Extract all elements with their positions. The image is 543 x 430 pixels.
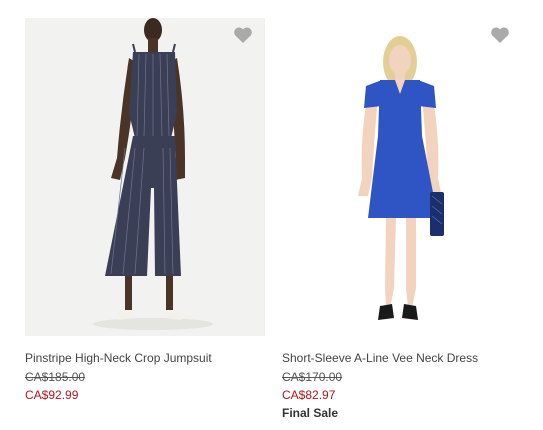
- sale-price: CA$82.97: [282, 388, 336, 402]
- product-title[interactable]: Short-Sleeve A-Line Vee Neck Dress: [282, 350, 522, 366]
- heart-icon[interactable]: [490, 26, 510, 44]
- original-price: CA$185.00: [25, 370, 86, 384]
- dress-model-illustration: [358, 36, 444, 320]
- jumpsuit-model-illustration: [93, 18, 213, 330]
- original-price: CA$170.00: [282, 370, 343, 384]
- product-title[interactable]: Pinstripe High-Neck Crop Jumpsuit: [25, 350, 265, 366]
- sale-price: CA$92.99: [25, 388, 79, 402]
- product-image[interactable]: [282, 18, 522, 336]
- product-card[interactable]: Pinstripe High-Neck Crop Jumpsuit CA$185…: [25, 18, 265, 403]
- product-grid: Pinstripe High-Neck Crop Jumpsuit CA$185…: [0, 0, 543, 430]
- final-sale-badge: Final Sale: [282, 406, 339, 420]
- heart-icon[interactable]: [233, 26, 253, 44]
- product-image[interactable]: [25, 18, 265, 336]
- product-card[interactable]: Short-Sleeve A-Line Vee Neck Dress CA$17…: [282, 18, 522, 421]
